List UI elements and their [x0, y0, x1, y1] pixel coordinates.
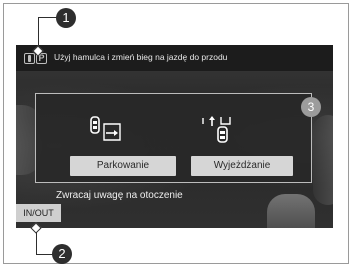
callout-1: 1 — [56, 8, 76, 28]
callout-1-leader — [38, 17, 57, 18]
callout-1-leader-vertical — [38, 17, 39, 48]
parallel-parking-icon — [90, 116, 121, 141]
callout-3: 3 — [301, 97, 321, 117]
warning-message: Zwracaj uwagę na otoczenie — [56, 190, 183, 201]
instruction-message: Użyj hamulca i zmień bieg na jazdę do pr… — [54, 52, 228, 62]
camera-car-bottom — [267, 194, 315, 228]
callout-2: 2 — [52, 244, 72, 264]
top-status-bar: P Użyj hamulca i zmień bieg na jazdę do … — [16, 45, 333, 71]
parking-assist-screen: P Użyj hamulca i zmień bieg na jazdę do … — [16, 45, 333, 228]
in-out-button[interactable]: IN/OUT — [16, 204, 61, 222]
exit-parking-icon — [202, 116, 231, 143]
callout-2-leader — [36, 254, 53, 255]
parking-button[interactable]: Parkowanie — [70, 156, 176, 176]
parking-sensor-icon — [24, 52, 35, 64]
exit-button[interactable]: Wyjeżdżanie — [191, 156, 293, 176]
camera-car-right — [313, 115, 333, 205]
callout-2-leader-vertical — [36, 232, 37, 254]
mode-selection-panel: Parkowanie Wyjeżdżanie — [35, 93, 312, 183]
